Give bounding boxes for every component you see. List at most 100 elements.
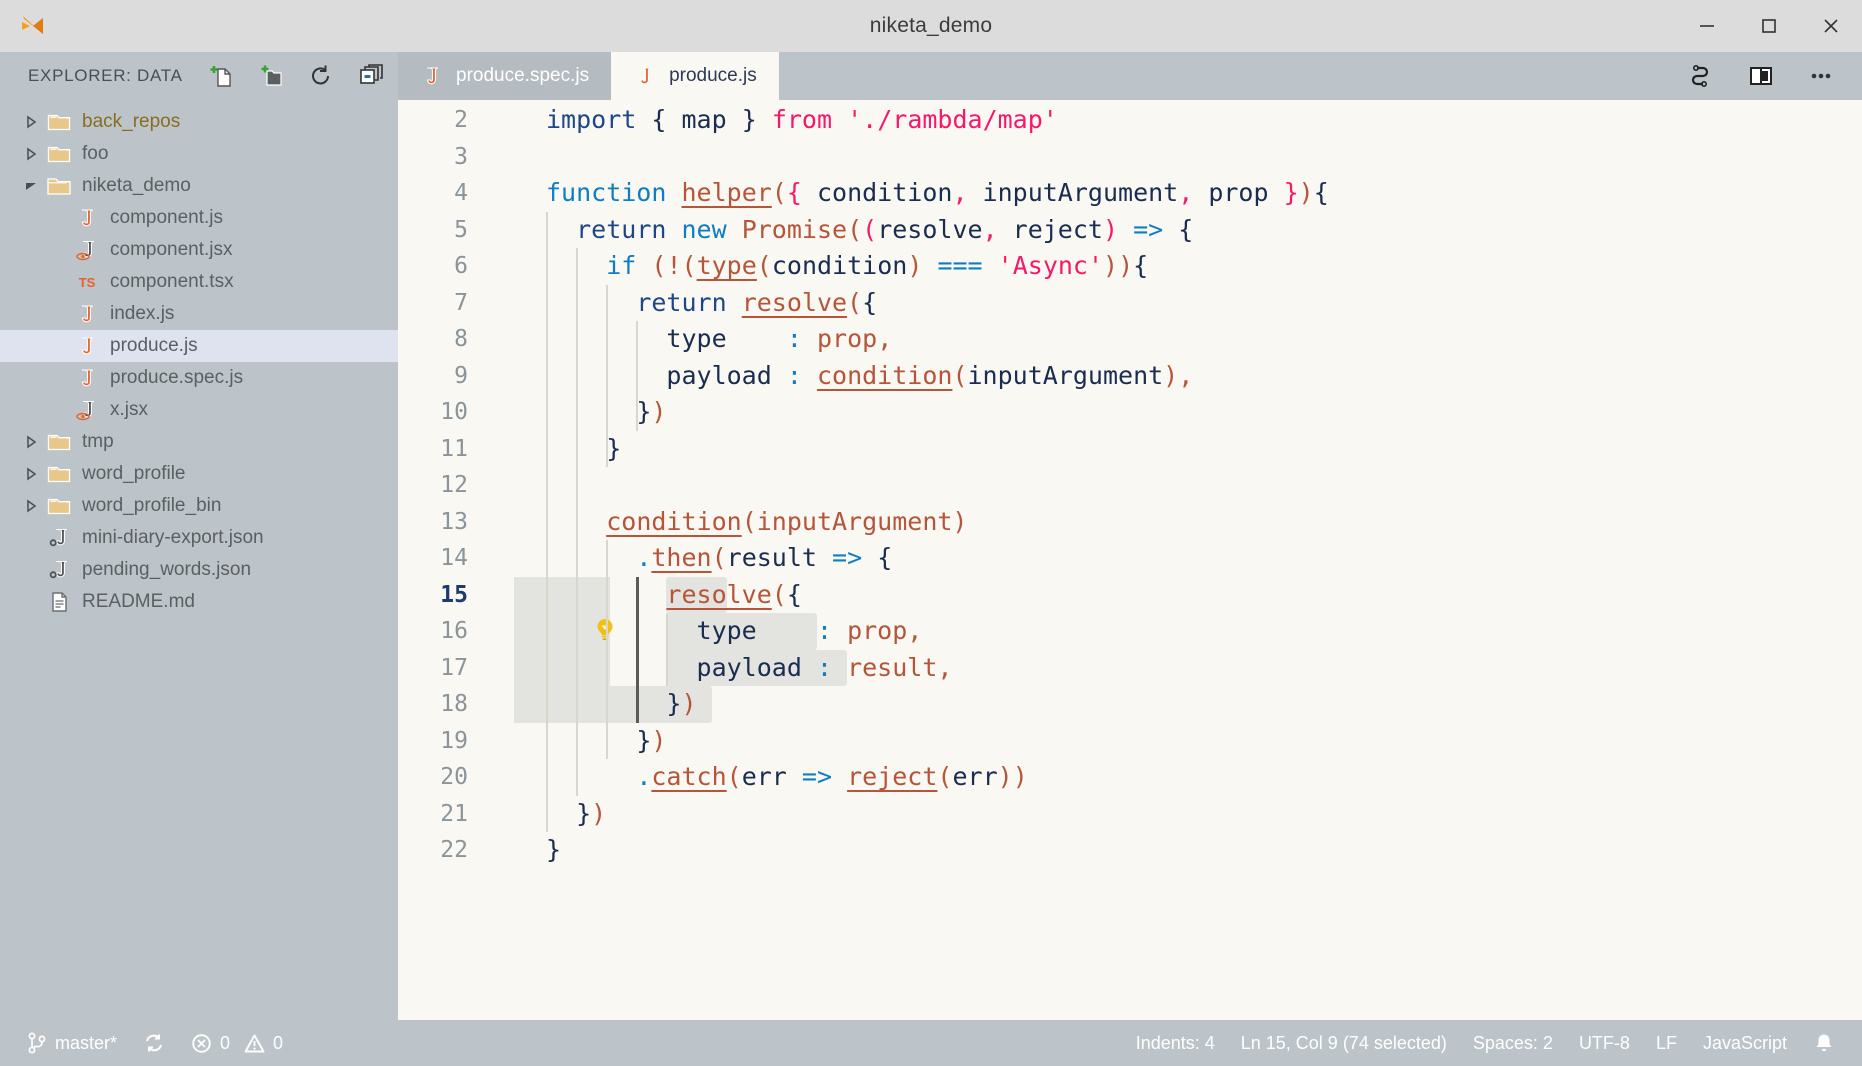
code-line[interactable]: 3	[398, 139, 1862, 176]
code-line[interactable]: 19 })	[398, 723, 1862, 760]
code-line[interactable]: 21 })	[398, 796, 1862, 833]
close-button[interactable]	[1800, 0, 1862, 52]
tree-item-word-profile-bin[interactable]: word_profile_bin	[0, 490, 398, 522]
maximize-button[interactable]	[1738, 0, 1800, 52]
chevron-right-icon[interactable]	[18, 115, 44, 129]
tree-item-tmp[interactable]: tmp	[0, 426, 398, 458]
code-token: {	[862, 287, 878, 317]
status-language-mode[interactable]: JavaScript	[1690, 1020, 1800, 1066]
code-editor[interactable]: 2 import { map } from './rambda/map' 3 4 fun…	[398, 100, 1862, 1020]
status-indents[interactable]: Indents: 4	[1123, 1020, 1228, 1066]
code-line[interactable]: 7 return resolve({	[398, 285, 1862, 322]
chevron-right-icon[interactable]	[18, 435, 44, 449]
status-cursor-position[interactable]: Ln 15, Col 9 (74 selected)	[1228, 1020, 1460, 1066]
ellipsis-icon[interactable]	[1806, 61, 1836, 91]
status-notifications[interactable]	[1800, 1020, 1848, 1066]
status-spaces[interactable]: Spaces: 2	[1460, 1020, 1566, 1066]
code-token: result	[847, 652, 938, 682]
code-token: inputArgument	[967, 178, 1179, 207]
tree-item-component-jsx[interactable]: component.jsx	[0, 234, 398, 266]
tree-item-produce-js[interactable]: produce.js	[0, 330, 398, 362]
status-eol[interactable]: LF	[1643, 1020, 1690, 1066]
code-line[interactable]: 4 function helper({ condition, inputArgum…	[398, 175, 1862, 212]
code-line[interactable]: 16 type : prop,	[398, 613, 1862, 650]
code-line[interactable]: 10 })	[398, 394, 1862, 431]
indents-label: Indents: 4	[1135, 1032, 1215, 1053]
code-line[interactable]: 14 .then(result => {	[398, 540, 1862, 577]
tree-item-label: niketa_demo	[82, 175, 191, 196]
code-line[interactable]: 22}	[398, 832, 1862, 869]
tree-item-pending-words-json[interactable]: pending_words.json	[0, 554, 398, 586]
tree-item-back-repos[interactable]: back_repos	[0, 106, 398, 138]
glyph-margin	[490, 321, 546, 358]
workbench-body: EXPLORER: DATA back_repos foo niketa_dem…	[0, 52, 1862, 1020]
code-token: (	[741, 506, 757, 536]
code-line[interactable]: 18 })	[398, 686, 1862, 723]
tree-item-index-js[interactable]: index.js	[0, 298, 398, 330]
code-line[interactable]: 6 if (!(type(condition) === 'Async')){	[398, 248, 1862, 285]
new-folder-icon[interactable]	[257, 62, 285, 90]
code-token: type	[696, 251, 757, 280]
glyph-margin	[490, 212, 546, 249]
line-number: 11	[440, 435, 468, 462]
minimize-button[interactable]	[1676, 0, 1738, 52]
code-token: inputArgument	[967, 360, 1164, 390]
chevron-right-icon[interactable]	[18, 467, 44, 481]
tree-item-component-tsx[interactable]: TS component.tsx	[0, 266, 398, 298]
code-token: (	[937, 762, 953, 791]
status-branch[interactable]: master*	[14, 1020, 130, 1066]
code-token: }	[636, 725, 652, 755]
code-line[interactable]: 5 return new Promise((resolve, reject) =…	[398, 212, 1862, 249]
glyph-margin	[490, 175, 546, 212]
tree-item-foo[interactable]: foo	[0, 138, 398, 170]
code-line[interactable]: 13 condition(inputArgument)	[398, 504, 1862, 541]
tree-item-niketa-demo[interactable]: niketa_demo	[0, 170, 398, 202]
code-line[interactable]: 2 import { map } from './rambda/map'	[398, 102, 1862, 139]
js-file-icon	[72, 366, 102, 390]
glyph-margin	[490, 467, 546, 504]
sync-alt-icon[interactable]	[1686, 61, 1716, 91]
code-line[interactable]: 20 .catch(err => reject(err))	[398, 759, 1862, 796]
status-encoding[interactable]: UTF-8	[1566, 1020, 1643, 1066]
tree-item-word-profile[interactable]: word_profile	[0, 458, 398, 490]
status-sync[interactable]	[130, 1020, 178, 1066]
tree-item-label: word_profile_bin	[82, 495, 222, 516]
code-line[interactable]: 9 payload : condition(inputArgument),	[398, 358, 1862, 395]
chevron-down-icon[interactable]	[18, 179, 44, 193]
tree-item-x-jsx[interactable]: x.jsx	[0, 394, 398, 426]
chevron-right-icon[interactable]	[18, 147, 44, 161]
code-text: return resolve({	[546, 285, 877, 322]
code-token: :	[786, 360, 802, 390]
code-token: {	[1178, 214, 1194, 244]
code-token: )	[651, 397, 667, 426]
split-editor-icon[interactable]	[1746, 61, 1776, 91]
status-problems[interactable]: 0 0	[178, 1020, 296, 1066]
tree-item-component-js[interactable]: component.js	[0, 202, 398, 234]
code-token: }	[1283, 178, 1299, 207]
code-token: result	[726, 543, 817, 572]
chevron-right-icon[interactable]	[18, 499, 44, 513]
glyph-margin	[490, 832, 546, 869]
new-file-icon[interactable]	[207, 62, 235, 90]
json-file-icon	[44, 526, 74, 550]
collapse-all-icon[interactable]	[357, 62, 385, 90]
tree-item-mini-diary-export-json[interactable]: mini-diary-export.json	[0, 522, 398, 554]
code-token: )	[1298, 178, 1314, 207]
editor-tab-produce-js[interactable]: produce.js	[611, 52, 779, 100]
refresh-icon[interactable]	[307, 62, 335, 90]
tree-item-produce-spec-js[interactable]: produce.spec.js	[0, 362, 398, 394]
editor-tab-produce-spec-js[interactable]: produce.spec.js	[398, 52, 612, 100]
tree-item-readme-md[interactable]: README.md	[0, 586, 398, 618]
code-line[interactable]: 17 payload : result,	[398, 650, 1862, 687]
code-line[interactable]: 12	[398, 467, 1862, 504]
code-line[interactable]: 15 resolve({	[398, 577, 1862, 640]
code-line[interactable]: 8 type : prop,	[398, 321, 1862, 358]
code-line[interactable]: 11 }	[398, 431, 1862, 468]
